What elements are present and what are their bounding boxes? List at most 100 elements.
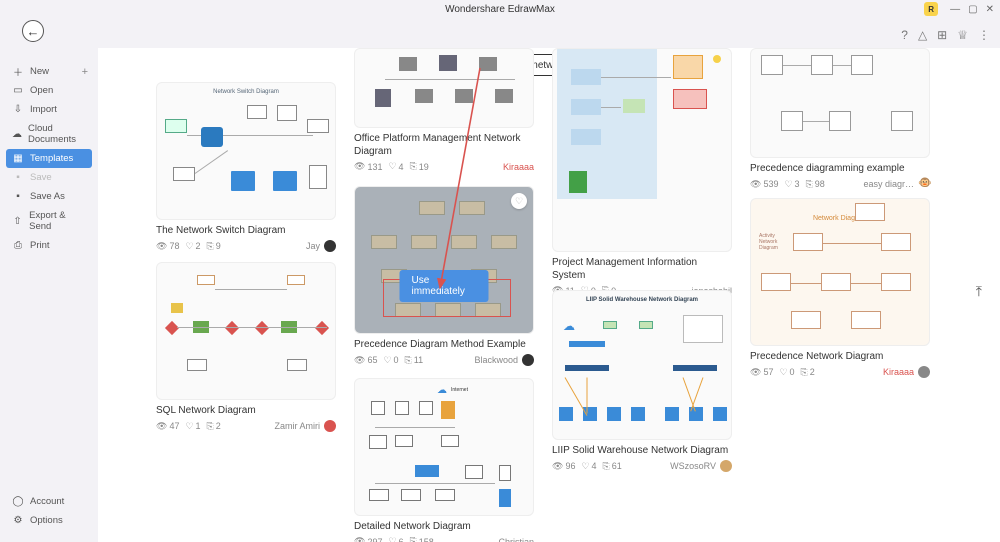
template-card[interactable]: ♡ Use immediately Precedence Diagram Met… (354, 186, 534, 366)
likes-count: ♡ 3 (784, 179, 799, 190)
views-count: 👁 78 (156, 241, 179, 252)
avatar (720, 460, 732, 472)
template-title: The Network Switch Diagram (156, 224, 336, 237)
template-thumbnail[interactable]: LIIP Solid Warehouse Network Diagram ☁ (552, 290, 732, 440)
copies-count: ⎘ 11 (405, 355, 424, 366)
template-card[interactable]: Office Platform Management Network Diagr… (354, 48, 534, 172)
sidebar-item-export[interactable]: ⇧ Export & Send (0, 206, 98, 236)
sidebar-item-saveas[interactable]: ▪ Save As (0, 187, 98, 206)
sidebar-item-save: ▪ Save (0, 168, 98, 187)
avatar (324, 240, 336, 252)
sidebar-item-label: Import (30, 104, 57, 115)
menu-icon[interactable]: ⋮ (978, 28, 990, 42)
grid-icon[interactable]: ⊞ (937, 28, 947, 42)
template-card[interactable]: Precedence diagramming example 👁 539 ♡ 3… (750, 48, 930, 190)
views-count: 👁 297 (354, 536, 382, 542)
template-thumbnail[interactable] (354, 48, 534, 128)
likes-count: ♡ 4 (581, 461, 596, 472)
avatar (324, 420, 336, 432)
cloud-icon: ☁ (563, 319, 575, 333)
scroll-to-top-button[interactable]: ⤒ (976, 283, 982, 300)
template-title: Project Management Information System (552, 256, 732, 282)
avatar: 🐵 (918, 178, 930, 190)
template-meta: 👁 47 ♡ 1 ⎘ 2 Zamir Amiri (156, 420, 336, 432)
help-icon[interactable]: ? (901, 28, 908, 42)
template-thumbnail[interactable]: Network Diagram ActivityNetworkDiagram (750, 198, 930, 346)
template-card[interactable]: Network Switch Diagram The Network Switc… (156, 82, 336, 252)
template-thumbnail[interactable]: ♡ Use immediately (354, 186, 534, 334)
bell-icon[interactable]: △ (918, 28, 927, 42)
template-card[interactable]: LIIP Solid Warehouse Network Diagram ☁ (552, 290, 732, 472)
template-thumbnail[interactable] (750, 48, 930, 158)
template-thumbnail[interactable] (552, 48, 732, 252)
sidebar-item-label: Open (30, 85, 53, 96)
app-icon[interactable]: ♕ (957, 28, 968, 42)
sidebar: ＋ New + ▭ Open ⇩ Import ☁ Cloud Document… (0, 58, 98, 542)
copies-count: ⎘ 9 (207, 241, 221, 252)
export-icon: ⇧ (12, 216, 23, 226)
sidebar-item-account[interactable]: ◯ Account (0, 492, 98, 511)
sidebar-item-print[interactable]: ⎙ Print (0, 236, 98, 255)
sidebar-item-options[interactable]: ⚙ Options (0, 511, 98, 530)
template-card[interactable]: SQL Network Diagram 👁 47 ♡ 1 ⎘ 2 Zamir A… (156, 262, 336, 432)
template-title: Detailed Network Diagram (354, 520, 534, 533)
author-name: Jay (306, 241, 320, 251)
views-count: 👁 47 (156, 421, 179, 432)
copies-count: ⎘ 61 (603, 461, 622, 472)
maximize-icon[interactable]: ▢ (968, 4, 977, 15)
template-title: Precedence Diagram Method Example (354, 338, 534, 351)
template-meta: 👁 96 ♡ 4 ⎘ 61 WSzosoRV (552, 460, 732, 472)
sidebar-item-label: Cloud Documents (28, 123, 86, 145)
sidebar-item-label: Save (30, 172, 52, 183)
likes-count: ♡ 2 (185, 241, 200, 252)
likes-count: ♡ 0 (779, 367, 794, 378)
sidebar-item-templates[interactable]: ▦ Templates (6, 149, 92, 168)
save-icon: ▪ (12, 173, 24, 183)
templates-icon: ▦ (12, 154, 24, 164)
template-thumbnail[interactable] (156, 262, 336, 400)
sidebar-item-label: Print (30, 240, 50, 251)
arrow-left-icon: ← (27, 24, 40, 39)
toolbar-icons: ? △ ⊞ ♕ ⋮ (901, 28, 990, 42)
template-title: SQL Network Diagram (156, 404, 336, 417)
template-card[interactable]: Project Management Information System 👁 … (552, 48, 732, 296)
use-immediately-button[interactable]: Use immediately (400, 270, 489, 302)
template-thumbnail[interactable]: ☁ Internet (354, 378, 534, 516)
close-icon[interactable]: ✕ (986, 4, 994, 15)
template-gallery: Network Switch Diagram The Network Switc… (156, 78, 950, 542)
sidebar-item-cloud[interactable]: ☁ Cloud Documents (0, 119, 98, 149)
template-card[interactable]: Network Diagram ActivityNetworkDiagram P… (750, 198, 930, 378)
sidebar-item-label: Options (30, 515, 63, 526)
views-count: 👁 65 (354, 355, 377, 366)
author-name: Zamir Amiri (275, 421, 321, 431)
import-icon: ⇩ (12, 105, 24, 115)
author-name: Kiraaaa (503, 162, 534, 172)
views-count: 👁 96 (552, 461, 575, 472)
copies-count: ⎘ 2 (207, 421, 221, 432)
thumb-label: Network Diagram (751, 215, 929, 222)
app-title: Wondershare EdrawMax (445, 4, 555, 15)
likes-count: ♡ 6 (388, 536, 403, 542)
sidebar-item-label: Account (30, 496, 64, 507)
author-name: Kiraaaa (883, 367, 914, 377)
sidebar-item-open[interactable]: ▭ Open (0, 81, 98, 100)
template-card[interactable]: ☁ Internet Detailed Network Diagram (354, 378, 534, 542)
sidebar-item-label: Save As (30, 191, 65, 202)
template-thumbnail[interactable]: Network Switch Diagram (156, 82, 336, 220)
author-name: Christian (498, 537, 534, 542)
minimize-icon[interactable]: — (950, 4, 960, 15)
copies-count: ⎘ 158 (410, 536, 434, 542)
template-meta: 👁 297 ♡ 6 ⎘ 158 Christian (354, 536, 534, 542)
add-icon[interactable]: + (82, 66, 88, 78)
folder-icon: ▭ (12, 86, 24, 96)
user-badge[interactable]: R (924, 2, 938, 16)
sidebar-item-import[interactable]: ⇩ Import (0, 100, 98, 119)
avatar (522, 354, 534, 366)
thumb-header: LIIP Solid Warehouse Network Diagram (553, 297, 731, 303)
sidebar-item-new[interactable]: ＋ New + (0, 62, 98, 81)
template-title: Precedence Network Diagram (750, 350, 930, 363)
favorite-button[interactable]: ♡ (511, 193, 527, 209)
author-name: Blackwood (474, 355, 518, 365)
saveas-icon: ▪ (12, 192, 24, 202)
back-button[interactable]: ← (22, 20, 44, 42)
